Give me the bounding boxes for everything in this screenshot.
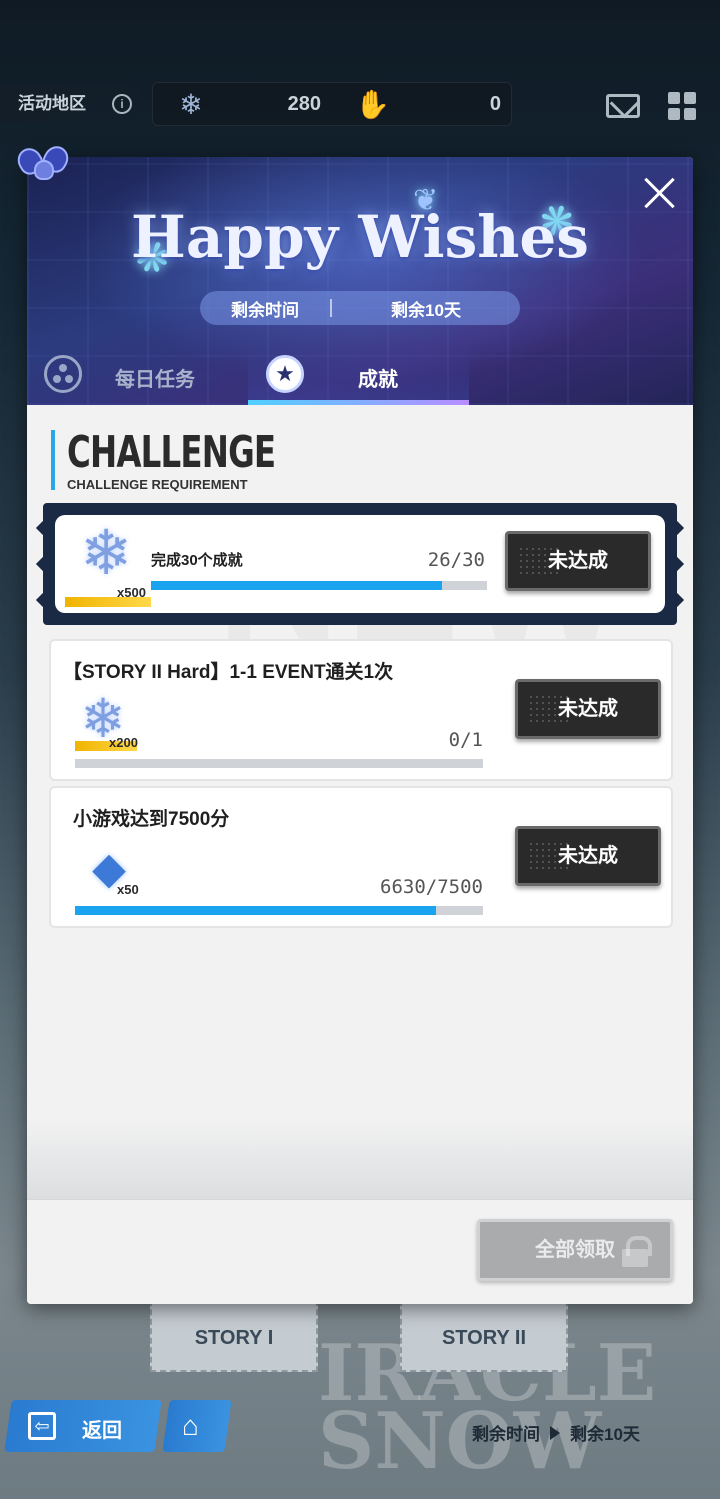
currency-2-value: 0 — [489, 93, 501, 115]
mail-icon[interactable] — [606, 94, 640, 118]
menu-grid-icon[interactable] — [668, 92, 696, 120]
task-progress-text: 6630/7500 — [380, 876, 483, 898]
progress-track — [75, 759, 483, 768]
status-button[interactable]: 未达成 — [515, 826, 661, 886]
home-icon: ⌂ — [182, 1410, 199, 1441]
currency-bar: ❄ 280 ✋ 0 — [152, 82, 512, 126]
task-title: 完成30个成就 — [151, 552, 243, 569]
snowflake-icon: ❄ — [80, 519, 132, 588]
tab-daily-tasks[interactable]: 每日任务 — [27, 347, 247, 405]
event-modal: ❋ ❋ ❦ Happy Wishes 剩余时间 剩余10天 每日任务 ★ 成就 — [27, 157, 693, 1304]
progress-track — [75, 906, 483, 915]
timer-value: 剩余10天 — [391, 300, 461, 320]
timer-label: 剩余时间 — [231, 300, 299, 320]
bottom-timer-label: 剩余时间 — [472, 1425, 540, 1444]
top-status-bar: 活动地区 i ❄ 280 ✋ 0 — [0, 80, 720, 130]
heading-accent — [51, 430, 55, 490]
gift-icon — [12, 141, 76, 198]
progress-track — [151, 581, 487, 590]
exit-icon: ⇦ — [28, 1412, 56, 1440]
section-heading: CHALLENGE — [67, 427, 276, 478]
claim-all-button[interactable]: 全部领取 — [477, 1219, 673, 1281]
task-progress-text: 0/1 — [448, 729, 483, 751]
glove-icon: ✋ — [355, 89, 390, 120]
event-title: Happy Wishes — [131, 203, 589, 271]
tab-bar: 每日任务 ★ 成就 — [27, 347, 693, 405]
currency-1-value: 280 — [287, 93, 321, 115]
event-timer: 剩余时间 剩余10天 — [200, 291, 520, 325]
task-card-inner: ❄ x500 完成30个成就 26/30 未达成 — [55, 515, 665, 613]
lock-icon — [622, 1236, 652, 1267]
tab-label: 每日任务 — [115, 369, 195, 391]
claim-all-label: 全部领取 — [535, 1239, 615, 1261]
story-1-card[interactable]: STORY I — [150, 1300, 318, 1372]
back-label: 返回 — [82, 1420, 122, 1442]
daily-tasks-icon — [44, 355, 82, 393]
reward-qty: x500 — [117, 585, 146, 600]
progress-fill — [151, 581, 443, 590]
reward-qty: x50 — [117, 882, 139, 897]
task-card-featured: ❄ x500 完成30个成就 26/30 未达成 — [35, 503, 685, 625]
task-card: 小游戏达到7500分 ◆ x50 6630/7500 未达成 — [49, 786, 673, 928]
event-banner: ❋ ❋ ❦ Happy Wishes 剩余时间 剩余10天 每日任务 ★ 成就 — [27, 157, 693, 405]
star-icon: ★ — [266, 355, 304, 393]
task-title: 小游戏达到7500分 — [73, 809, 230, 830]
bottom-timer: 剩余时间 剩余10天 — [472, 1420, 640, 1445]
section-subheading: CHALLENGE REQUIREMENT — [67, 477, 248, 492]
progress-fill — [75, 906, 436, 915]
list-fade — [27, 1117, 693, 1199]
status-button[interactable]: 未达成 — [505, 531, 651, 591]
info-icon[interactable]: i — [112, 94, 132, 114]
tab-achievements[interactable]: ★ 成就 — [248, 347, 469, 405]
tab-label: 成就 — [358, 369, 398, 391]
close-icon[interactable] — [643, 175, 677, 209]
reward-qty: x200 — [109, 735, 138, 750]
bottom-timer-value: 剩余10天 — [570, 1425, 640, 1444]
task-progress-text: 26/30 — [427, 549, 485, 571]
snowflake-icon: ❄ — [179, 89, 203, 120]
story-2-card[interactable]: STORY II — [400, 1300, 568, 1372]
task-card: 【STORY II Hard】1-1 EVENT通关1次 ❄ x200 0/1 … — [49, 639, 673, 781]
task-title: 【STORY II Hard】1-1 EVENT通关1次 — [63, 662, 394, 683]
status-button[interactable]: 未达成 — [515, 679, 661, 739]
play-icon — [550, 1425, 560, 1440]
